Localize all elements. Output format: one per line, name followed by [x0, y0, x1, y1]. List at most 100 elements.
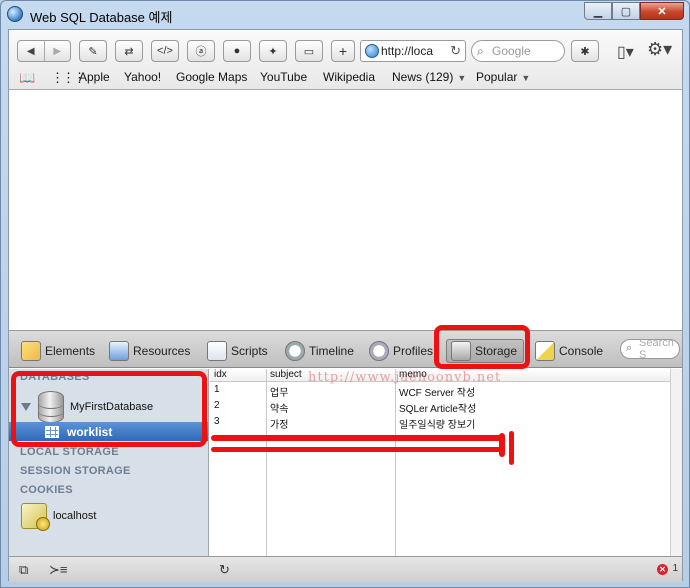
cookies-header: COOKIES — [20, 484, 73, 496]
console-prompt-icon[interactable]: ≻≡ — [49, 562, 67, 578]
gear-icon[interactable]: ⚙▾ — [647, 39, 672, 60]
browser-client: ◀ ▶ ✎ ⇄ </> ⓐ ● ✦ ▭ + http://loca ↻ ⌕ Go… — [8, 29, 683, 582]
back-icon[interactable]: ◀ — [18, 41, 44, 61]
url-field[interactable]: http://loca ↻ — [360, 40, 466, 62]
url-text: http://loca — [381, 44, 434, 58]
table-cell[interactable]: 약속 — [270, 400, 288, 415]
tab-resources[interactable]: Resources — [109, 339, 190, 363]
code-icon[interactable]: </> — [151, 40, 179, 62]
title-bar[interactable]: Web SQL Database 예제 ▁ ▢ ✕ — [1, 1, 689, 29]
search-placeholder: Google — [492, 44, 531, 58]
annotation-storage-tab-box — [434, 325, 530, 369]
search-icon: ⌕ — [477, 44, 484, 58]
table-cell[interactable]: 업무 — [270, 384, 288, 399]
window-title: Web SQL Database 예제 — [30, 10, 173, 25]
forward-icon[interactable]: ▶ — [43, 41, 71, 61]
cookie-item-localhost[interactable]: localhost — [21, 503, 97, 531]
keyboard-icon[interactable]: ▭ — [295, 40, 323, 62]
globe-icon — [365, 44, 379, 58]
table-cell[interactable]: 1 — [214, 384, 220, 395]
book-icon[interactable]: 📖 — [19, 70, 35, 86]
tab-label: Scripts — [231, 344, 268, 358]
refresh-icon[interactable]: ↻ — [219, 562, 230, 578]
bookmark-wikipedia[interactable]: Wikipedia — [323, 70, 375, 84]
local-storage-header[interactable]: LOCAL STORAGE — [20, 446, 119, 458]
dock-icon[interactable]: ⧉ — [19, 562, 28, 578]
inspector-search[interactable]: ⌕ Search S — [620, 339, 680, 359]
css-icon[interactable]: ✎ — [79, 40, 107, 62]
tab-profiles[interactable]: Profiles — [369, 339, 433, 363]
bookmark-google-maps[interactable]: Google Maps — [176, 70, 247, 84]
tab-elements[interactable]: Elements — [21, 339, 95, 363]
search-icon: ⌕ — [626, 342, 633, 354]
page-icon[interactable]: ▯▾ — [617, 42, 634, 62]
table-cell[interactable]: 3 — [214, 416, 220, 427]
column-divider — [395, 369, 396, 556]
bookmark-news[interactable]: News (129) ▼ — [392, 70, 466, 84]
console-icon — [535, 341, 555, 361]
annotation-underline-bottom — [211, 447, 501, 452]
bookmark-yahoo[interactable]: Yahoo! — [124, 70, 161, 84]
minimize-button[interactable]: ▁ — [584, 2, 612, 20]
profiles-icon — [369, 341, 389, 361]
bookmarks-bar: 📖 ⋮⋮⋮ Apple Yahoo! Google Maps YouTube W… — [9, 68, 682, 88]
page-content — [9, 91, 682, 330]
grid-scrollbar[interactable] — [670, 369, 682, 556]
inspector-toolbar: Elements Resources Scripts Timeline Prof… — [9, 330, 682, 368]
chevron-down-icon: ▼ — [457, 73, 467, 83]
table-cell[interactable]: 일주일식량 장보기 — [399, 416, 475, 431]
inspector-search-placeholder: Search S — [639, 339, 674, 359]
annotation-database-box — [11, 371, 207, 447]
session-storage-header[interactable]: SESSION STORAGE — [20, 465, 131, 477]
timeline-icon — [285, 341, 305, 361]
annotation-arrow-tail — [509, 431, 514, 465]
tab-scripts[interactable]: Scripts — [207, 339, 268, 363]
plus-icon[interactable]: + — [331, 40, 355, 62]
bookmark-apple[interactable]: Apple — [79, 70, 110, 84]
chevron-down-icon: ▼ — [521, 73, 531, 83]
annotation-arrow-head — [499, 433, 505, 457]
table-cell[interactable]: 2 — [214, 400, 220, 411]
nav-buttons: ◀ ▶ — [17, 40, 71, 62]
html-icon[interactable]: ⇄ — [115, 40, 143, 62]
tab-label: Resources — [133, 344, 191, 358]
window-controls: ▁ ▢ ✕ — [584, 2, 684, 20]
tab-console[interactable]: Console — [535, 339, 603, 363]
cookie-host: localhost — [53, 510, 97, 522]
watermark: http://www.jaehoonvb.net — [308, 370, 502, 385]
reload-icon[interactable]: ↻ — [450, 43, 461, 59]
column-header-subject[interactable]: subject — [270, 369, 302, 380]
column-divider — [266, 369, 267, 556]
bug-icon[interactable]: ✱ — [571, 40, 599, 62]
a-icon[interactable]: ⓐ — [187, 40, 215, 62]
error-count: 1 — [672, 563, 678, 574]
tab-timeline[interactable]: Timeline — [285, 339, 354, 363]
news-label: News (129) — [392, 70, 454, 84]
table-cell[interactable]: 가정 — [270, 416, 288, 431]
close-button[interactable]: ✕ — [640, 2, 684, 20]
popular-label: Popular — [476, 70, 518, 84]
scripts-icon — [207, 341, 227, 361]
browser-toolbar: ◀ ▶ ✎ ⇄ </> ⓐ ● ✦ ▭ + http://loca ↻ ⌕ Go… — [9, 30, 682, 90]
maximize-button[interactable]: ▢ — [612, 2, 640, 20]
resources-icon — [109, 341, 129, 361]
bookmark-popular[interactable]: Popular ▼ — [476, 70, 530, 84]
bookmark-youtube[interactable]: YouTube — [260, 70, 307, 84]
browser-window: Web SQL Database 예제 ▁ ▢ ✕ ◀ ▶ ✎ ⇄ </> ⓐ … — [0, 0, 690, 588]
column-header-idx[interactable]: idx — [214, 369, 227, 380]
error-icon[interactable]: ✕ — [657, 564, 668, 575]
table-cell[interactable]: WCF Server 작성 — [399, 384, 475, 399]
leaf-icon[interactable]: ● — [223, 40, 251, 62]
tab-label: Profiles — [393, 344, 434, 358]
tab-label: Elements — [45, 344, 96, 358]
tab-label: Console — [559, 344, 604, 358]
annotation-underline-top — [211, 435, 503, 441]
cookie-icon — [21, 503, 50, 531]
search-field[interactable]: ⌕ Google — [471, 40, 565, 62]
table-cell[interactable]: SQLer Article작성 — [399, 400, 476, 415]
app-icon — [7, 6, 23, 22]
data-grid: idx subject memo 1 업무 WCF Server 작성 2 약속… — [210, 369, 682, 556]
sparkle-icon[interactable]: ✦ — [259, 40, 287, 62]
tab-label: Timeline — [309, 344, 354, 358]
inspector-statusbar: ⧉ ≻≡ ↻ ✕ 1 — [9, 556, 682, 582]
